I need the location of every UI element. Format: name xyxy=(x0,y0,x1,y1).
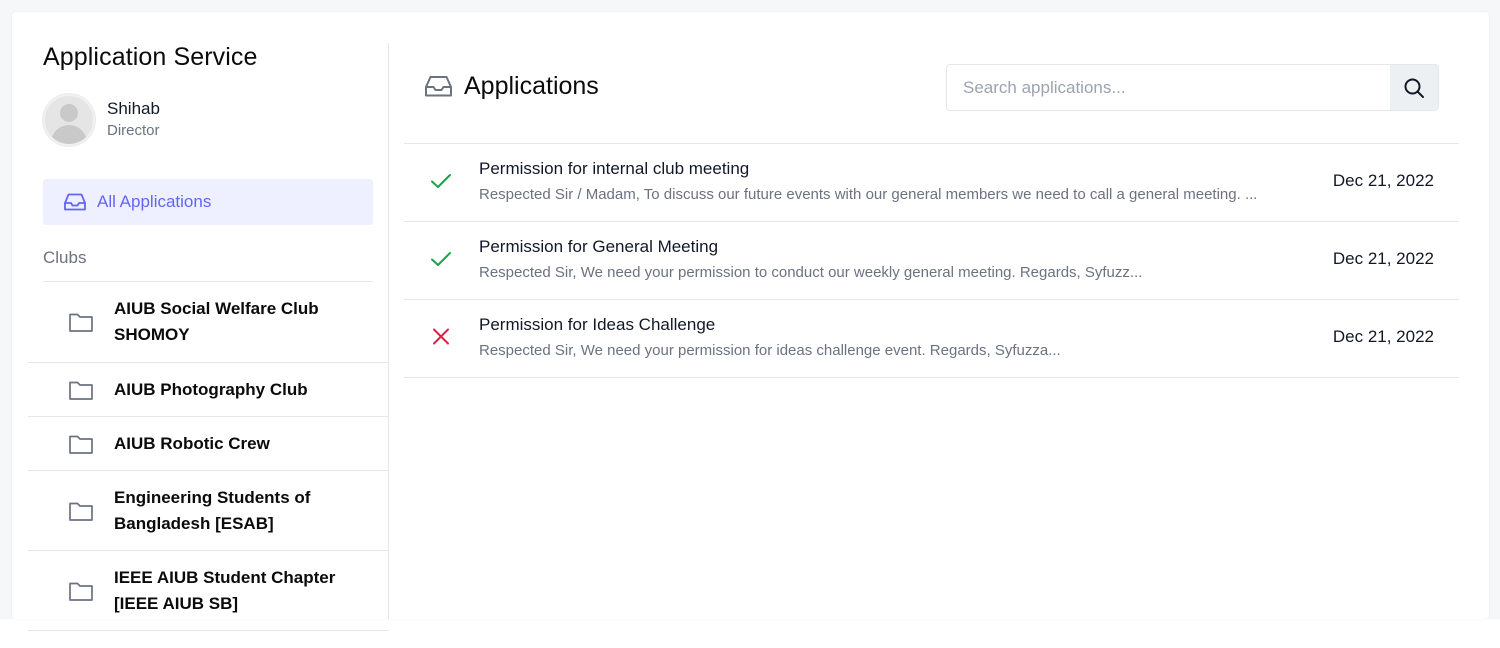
club-name: Engineering Students of Bangladesh [ESAB… xyxy=(114,487,311,533)
search-icon xyxy=(1403,77,1425,99)
inbox-icon xyxy=(63,192,97,212)
club-name: AIUB Robotic Crew xyxy=(114,433,270,453)
application-row[interactable]: Permission for internal club meeting Res… xyxy=(404,144,1459,222)
search-input[interactable] xyxy=(947,65,1390,110)
sidebar: Application Service Shihab Director All … xyxy=(28,43,389,631)
folder-icon xyxy=(68,580,94,602)
application-row[interactable]: Permission for Ideas Challenge Respected… xyxy=(404,300,1459,378)
check-icon xyxy=(430,172,452,195)
club-name: AIUB Social Welfare Club SHOMOY xyxy=(114,299,319,344)
search-bar xyxy=(946,64,1439,111)
folder-icon xyxy=(68,379,94,401)
club-item-ieee[interactable]: IEEE AIUB Student Chapter [IEEE AIUB SB] xyxy=(28,551,389,631)
avatar xyxy=(43,94,95,146)
application-preview: Respected Sir, We need your permission f… xyxy=(479,342,1061,359)
app-title: Application Service xyxy=(43,43,258,71)
application-date: Dec 21, 2022 xyxy=(1332,249,1434,268)
application-row[interactable]: Permission for General Meeting Respected… xyxy=(404,222,1459,300)
application-subject: Permission for internal club meeting xyxy=(479,159,750,178)
folder-icon xyxy=(68,500,94,522)
inbox-icon xyxy=(424,74,453,103)
application-date: Dec 21, 2022 xyxy=(1332,327,1434,346)
main-panel: Applications Permission f xyxy=(404,44,1459,604)
applications-list: Permission for internal club meeting Res… xyxy=(404,143,1459,378)
application-subject: Permission for Ideas Challenge xyxy=(479,315,716,334)
clubs-heading: Clubs xyxy=(43,248,87,267)
x-icon xyxy=(430,328,452,351)
folder-icon xyxy=(68,433,94,455)
check-icon xyxy=(430,250,452,273)
nav-all-applications[interactable]: All Applications xyxy=(43,179,373,225)
club-item-social-welfare[interactable]: AIUB Social Welfare Club SHOMOY xyxy=(28,282,389,363)
club-item-esab[interactable]: Engineering Students of Bangladesh [ESAB… xyxy=(28,471,389,551)
app-card: Application Service Shihab Director All … xyxy=(12,12,1489,631)
clubs-list: AIUB Social Welfare Club SHOMOY AIUB Pho… xyxy=(28,282,389,631)
club-item-robotic-crew[interactable]: AIUB Robotic Crew xyxy=(28,417,389,471)
application-date: Dec 21, 2022 xyxy=(1332,171,1434,190)
club-name: IEEE AIUB Student Chapter [IEEE AIUB SB] xyxy=(114,567,336,613)
club-item-photography[interactable]: AIUB Photography Club xyxy=(28,363,389,417)
user-role: Director xyxy=(107,122,160,139)
application-preview: Respected Sir, We need your permission t… xyxy=(479,264,1143,281)
application-preview: Respected Sir / Madam, To discuss our fu… xyxy=(479,186,1258,203)
page-title: Applications xyxy=(464,72,599,100)
club-name: AIUB Photography Club xyxy=(114,379,308,399)
folder-icon xyxy=(68,311,94,333)
user-profile: Shihab Director xyxy=(43,94,160,146)
nav-all-applications-label: All Applications xyxy=(97,192,212,211)
application-subject: Permission for General Meeting xyxy=(479,237,719,256)
main-header: Applications xyxy=(404,64,1459,112)
user-name: Shihab xyxy=(107,99,160,118)
search-button[interactable] xyxy=(1390,65,1438,110)
